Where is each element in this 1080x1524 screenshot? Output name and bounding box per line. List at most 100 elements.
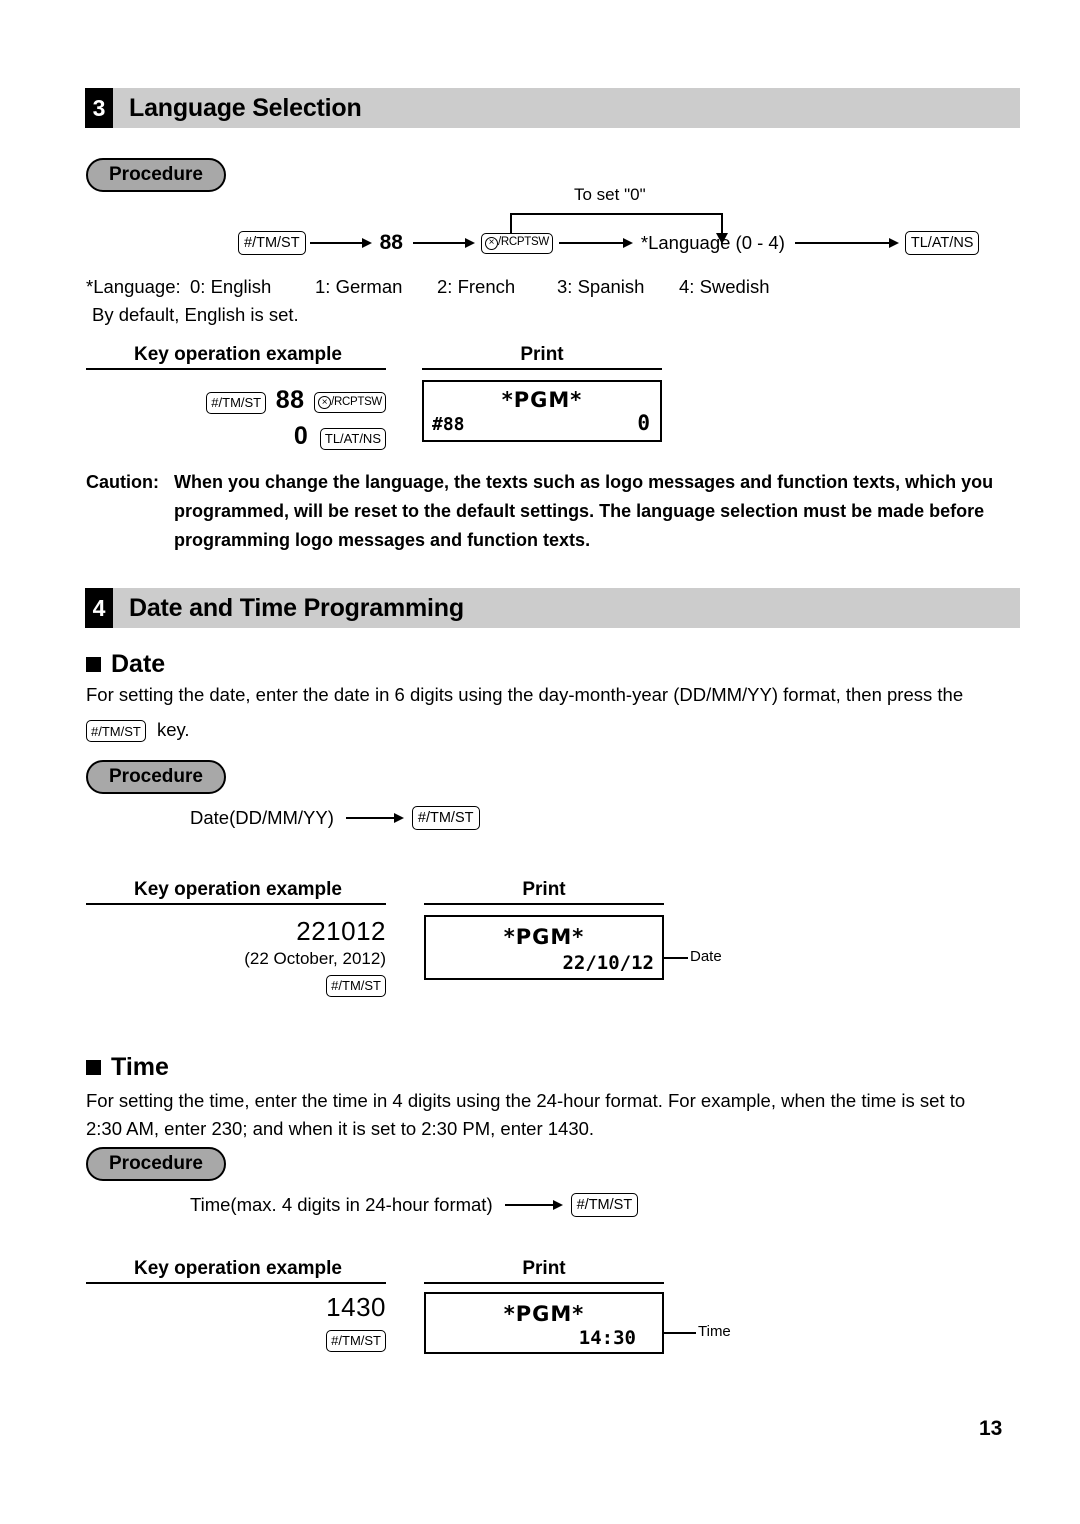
receipt-title: *PGM* bbox=[503, 1302, 585, 1326]
key-tlatns-flow[interactable]: TL/AT/NS bbox=[904, 231, 980, 255]
col-title-key-operation-time: Key operation example bbox=[133, 1258, 343, 1279]
time-example-key-row: #/TM/ST bbox=[86, 1329, 386, 1352]
col-rule-key-operation-date bbox=[86, 903, 386, 905]
flow-bypass-top-rail bbox=[510, 213, 723, 215]
square-bullet-icon bbox=[86, 657, 101, 672]
language-option-0: 0: English bbox=[190, 276, 272, 297]
subheading-time: Time bbox=[86, 1053, 169, 1082]
key-rcptsw-example-label: /RCPTSW bbox=[331, 395, 382, 408]
receipt-date-value: 22/10/12 bbox=[562, 952, 654, 974]
key-tmst-flow[interactable]: #/TM/ST bbox=[238, 231, 306, 255]
col-rule-print-time bbox=[424, 1282, 664, 1284]
date-body-line-2-tail: key. bbox=[156, 719, 190, 740]
key-tmst-time-flow[interactable]: #/TM/ST bbox=[570, 1193, 639, 1217]
time-example-digits: 1430 bbox=[326, 1292, 386, 1322]
time-flow-text: Time(max. 4 digits in 24-hour format) bbox=[190, 1194, 493, 1215]
caution-line-1: When you change the language, the texts … bbox=[174, 472, 994, 492]
receipt-title: *PGM* bbox=[501, 388, 583, 412]
key-example-line-1: #/TM/ST 88 ×/RCPTSW bbox=[86, 386, 386, 415]
date-example-key-row: #/TM/ST bbox=[86, 974, 386, 997]
callout-label-date: Date bbox=[690, 948, 722, 965]
callout-line-time bbox=[664, 1332, 696, 1334]
col-title-key-operation-language: Key operation example bbox=[133, 344, 343, 365]
caution-line-2: programmed, will be reset to the default… bbox=[174, 501, 985, 521]
caution-line-3: programming logo messages and function t… bbox=[174, 530, 591, 550]
col-rule-print-date bbox=[424, 903, 664, 905]
key-rcptsw-flow[interactable]: ×/RCPTSW bbox=[480, 232, 553, 254]
flow-bypass-label: To set "0" bbox=[574, 185, 646, 204]
date-flow-text: Date(DD/MM/YY) bbox=[190, 807, 334, 828]
language-options-note: *Language: 0: English 1: German 2: French 3:… bbox=[86, 272, 986, 302]
col-rule-print-language bbox=[422, 368, 662, 370]
manual-page: 3 Language Selection Procedure To set "0… bbox=[0, 0, 1080, 1524]
key-tmst-example[interactable]: #/TM/ST bbox=[206, 391, 267, 414]
caution-block: Caution: When you change the language, t… bbox=[86, 468, 1026, 555]
col-rule-key-operation-language bbox=[86, 368, 386, 370]
flow-arrow-3 bbox=[596, 237, 633, 249]
receipt-title: *PGM* bbox=[503, 925, 585, 949]
key-operation-example-date: 221012 (22 October, 2012) #/TM/ST bbox=[86, 916, 386, 997]
section-header-language: 3 Language Selection bbox=[85, 88, 1020, 128]
flow-arrow-4 bbox=[794, 237, 899, 249]
key-tmst-time-example[interactable]: #/TM/ST bbox=[326, 1329, 386, 1352]
language-option-2: 2: French bbox=[437, 276, 516, 297]
multiply-icon: × bbox=[484, 236, 498, 250]
receipt-time-value: 14:30 bbox=[578, 1327, 636, 1349]
procedure-badge-label: Procedure bbox=[109, 1153, 203, 1174]
subheading-time-label: Time bbox=[111, 1053, 169, 1081]
col-title-key-operation-date: Key operation example bbox=[133, 879, 343, 900]
col-title-print-date: Print bbox=[522, 879, 566, 900]
language-default-note: By default, English is set. bbox=[92, 304, 299, 325]
flow-arrow-1 bbox=[309, 237, 372, 249]
key-example-value-0: 0 bbox=[293, 422, 309, 450]
col-title-print-language: Print bbox=[520, 344, 564, 365]
col-title-print-time: Print bbox=[522, 1258, 566, 1279]
procedure-badge-time: Procedure bbox=[86, 1147, 226, 1181]
time-body-line-1: For setting the time, enter the time in … bbox=[86, 1090, 966, 1111]
key-operation-example-time: 1430 #/TM/ST bbox=[86, 1292, 386, 1352]
print-receipt-language: *PGM* #88 0 bbox=[422, 380, 662, 442]
key-tmst-date-flow[interactable]: #/TM/ST bbox=[411, 806, 480, 830]
print-receipt-date: *PGM* 22/10/12 bbox=[424, 915, 664, 980]
key-operation-example-language: #/TM/ST 88 ×/RCPTSW 0 TL/AT/NS bbox=[86, 386, 386, 451]
language-procedure-flow: To set "0" #/TM/ST 88 ×/RCPTSW *Language… bbox=[238, 185, 980, 260]
language-option-1: 1: German bbox=[315, 276, 403, 297]
print-receipt-time: *PGM* 14:30 bbox=[424, 1292, 664, 1354]
section-title: Date and Time Programming bbox=[113, 588, 1020, 628]
section-number-badge: 4 bbox=[85, 588, 113, 628]
multiply-icon: × bbox=[318, 396, 332, 410]
col-rule-key-operation-time bbox=[86, 1282, 386, 1284]
subheading-date: Date bbox=[86, 650, 165, 679]
flow-arrow-2 bbox=[412, 237, 475, 249]
date-flow-arrow bbox=[345, 812, 404, 824]
square-bullet-icon bbox=[86, 1060, 101, 1075]
key-tlatns-example[interactable]: TL/AT/NS bbox=[319, 427, 386, 450]
language-option-3: 3: Spanish bbox=[557, 276, 645, 297]
key-rcptsw-label: /RCPTSW bbox=[497, 236, 549, 249]
date-procedure-flow: Date(DD/MM/YY) #/TM/ST bbox=[190, 806, 480, 830]
time-flow-arrow bbox=[504, 1199, 563, 1211]
procedure-badge-label: Procedure bbox=[109, 766, 203, 787]
language-note-prefix: *Language: bbox=[86, 276, 181, 297]
flow-value-88: 88 bbox=[379, 231, 403, 254]
section-title: Language Selection bbox=[113, 88, 1020, 128]
key-rcptsw-example[interactable]: ×/RCPTSW bbox=[314, 392, 386, 414]
key-tmst-date-example[interactable]: #/TM/ST bbox=[326, 974, 386, 997]
date-body-line-2: #/TM/ST key. bbox=[86, 715, 190, 745]
time-procedure-flow: Time(max. 4 digits in 24-hour format) #/… bbox=[190, 1193, 639, 1217]
flow-step-language: *Language (0 - 4) bbox=[640, 232, 785, 253]
procedure-badge-date: Procedure bbox=[86, 760, 226, 794]
language-option-4: 4: Swedish bbox=[679, 276, 770, 297]
date-example-note: (22 October, 2012) bbox=[244, 949, 386, 968]
subheading-date-label: Date bbox=[111, 650, 166, 678]
key-example-value-88: 88 bbox=[275, 386, 305, 414]
section-number-badge: 3 bbox=[85, 88, 113, 128]
procedure-badge-language: Procedure bbox=[86, 158, 226, 192]
receipt-value: 0 bbox=[637, 411, 650, 435]
key-tmst-inline[interactable]: #/TM/ST bbox=[86, 720, 146, 743]
date-example-digits: 221012 bbox=[296, 916, 386, 946]
callout-line-date bbox=[664, 957, 688, 959]
procedure-badge-label: Procedure bbox=[109, 164, 203, 185]
key-example-line-2: 0 TL/AT/NS bbox=[86, 422, 386, 451]
section-header-datetime: 4 Date and Time Programming bbox=[85, 588, 1020, 628]
